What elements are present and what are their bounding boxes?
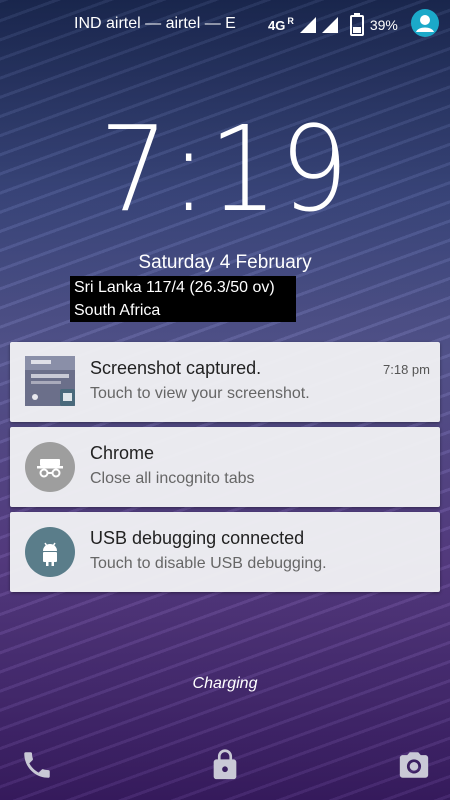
charging-status: Charging — [192, 675, 258, 692]
notification-screenshot[interactable]: Screenshot captured. Touch to view your … — [10, 342, 440, 422]
ticker-line: South Africa — [74, 302, 161, 319]
incognito-icon — [25, 442, 75, 492]
battery-icon — [349, 12, 364, 36]
ticker-line: Sri Lanka 117/4 (26.3/50 ov) — [74, 279, 275, 296]
battery-percent: 39% — [369, 17, 398, 33]
screenshot-thumbnail — [25, 356, 75, 406]
roaming-indicator: R — [287, 16, 294, 26]
account-icon[interactable] — [411, 9, 439, 37]
notification-subtitle: Touch to disable USB debugging. — [90, 555, 327, 572]
carrier-label: IND airtel — airtel — E — [74, 15, 236, 32]
android-icon — [25, 527, 75, 577]
clock: 7:19 — [99, 100, 351, 238]
notification-title: USB debugging connected — [90, 528, 305, 548]
network-type: 4G — [268, 17, 286, 33]
signal-icon — [299, 17, 316, 33]
notification-title: Chrome — [90, 443, 155, 463]
status-icons: 4G R 39% — [268, 10, 398, 40]
notification-chrome[interactable]: Chrome Close all incognito tabs — [10, 427, 440, 507]
status-bar: IND airtel — airtel — E 4G R 39% — [0, 0, 450, 50]
lock-icon[interactable] — [208, 748, 242, 782]
signal-icon-2 — [321, 17, 338, 33]
camera-icon[interactable] — [397, 748, 431, 782]
date-label: Saturday 4 February — [138, 252, 312, 273]
notification-subtitle: Close all incognito tabs — [90, 470, 255, 487]
notification-subtitle: Touch to view your screenshot. — [90, 385, 310, 402]
notification-time: 7:18 pm — [383, 362, 430, 377]
notification-title: Screenshot captured. — [90, 358, 262, 378]
score-ticker: Sri Lanka 117/4 (26.3/50 ov) South Afric… — [70, 276, 296, 322]
notification-usb-debugging[interactable]: USB debugging connected Touch to disable… — [10, 512, 440, 592]
phone-icon[interactable] — [20, 748, 54, 782]
